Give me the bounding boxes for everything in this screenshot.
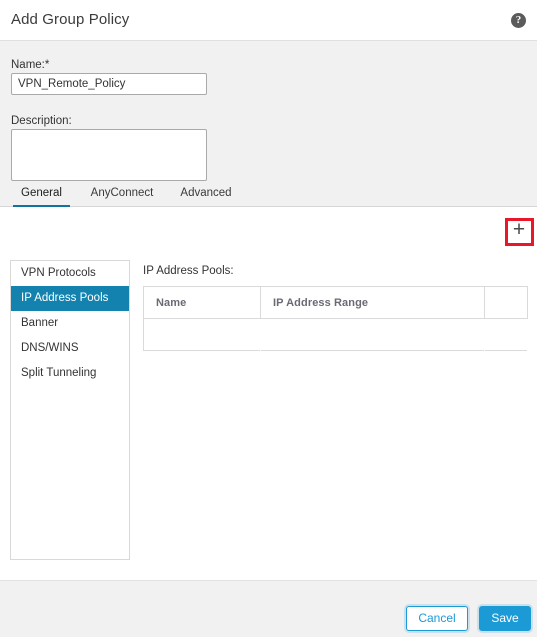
table-cell-name <box>143 318 261 351</box>
table-cell-actions <box>484 318 528 351</box>
description-label: Description: <box>11 115 72 127</box>
sidebar-item-dns-wins[interactable]: DNS/WINS <box>11 336 129 361</box>
tab-bar: General AnyConnect Advanced <box>0 183 537 208</box>
dialog-header: Add Group Policy ? <box>0 0 537 41</box>
table-cell-ip-address-range <box>260 318 485 351</box>
sidebar-item-ip-address-pools[interactable]: IP Address Pools <box>11 286 129 311</box>
column-header-name: Name <box>143 286 261 319</box>
dialog-footer: Cancel Save <box>0 580 537 637</box>
table-header-row: Name IP Address Range <box>143 286 528 319</box>
column-header-actions <box>484 286 528 319</box>
help-circle-icon[interactable]: ? <box>511 13 526 28</box>
sidebar-item-vpn-protocols[interactable]: VPN Protocols <box>11 261 129 286</box>
name-label: Name:* <box>11 59 50 71</box>
page-title: Add Group Policy <box>11 11 130 28</box>
settings-category-list: VPN Protocols IP Address Pools Banner DN… <box>10 260 130 560</box>
sidebar-item-split-tunneling[interactable]: Split Tunneling <box>11 361 129 386</box>
sidebar-item-banner[interactable]: Banner <box>11 311 129 336</box>
name-input[interactable] <box>11 73 207 95</box>
column-header-ip-address-range: IP Address Range <box>260 286 485 319</box>
dialog-body: Name:* Description: General AnyConnect A… <box>0 41 537 580</box>
general-tab-panel: VPN Protocols IP Address Pools Banner DN… <box>0 207 537 580</box>
table-row-empty <box>143 318 528 351</box>
add-ip-address-pool-button[interactable]: + <box>508 219 530 242</box>
tab-advanced[interactable]: Advanced <box>172 183 240 207</box>
add-group-policy-dialog: Add Group Policy ? Name:* Description: G… <box>0 0 537 637</box>
tab-anyconnect[interactable]: AnyConnect <box>85 183 159 207</box>
save-button[interactable]: Save <box>479 606 531 631</box>
cancel-button[interactable]: Cancel <box>406 606 468 631</box>
description-input[interactable] <box>11 129 207 181</box>
ip-address-pools-table: Name IP Address Range <box>143 286 528 351</box>
tab-general[interactable]: General <box>13 183 70 208</box>
table-body <box>143 318 528 351</box>
ip-address-pools-label: IP Address Pools: <box>143 265 234 277</box>
